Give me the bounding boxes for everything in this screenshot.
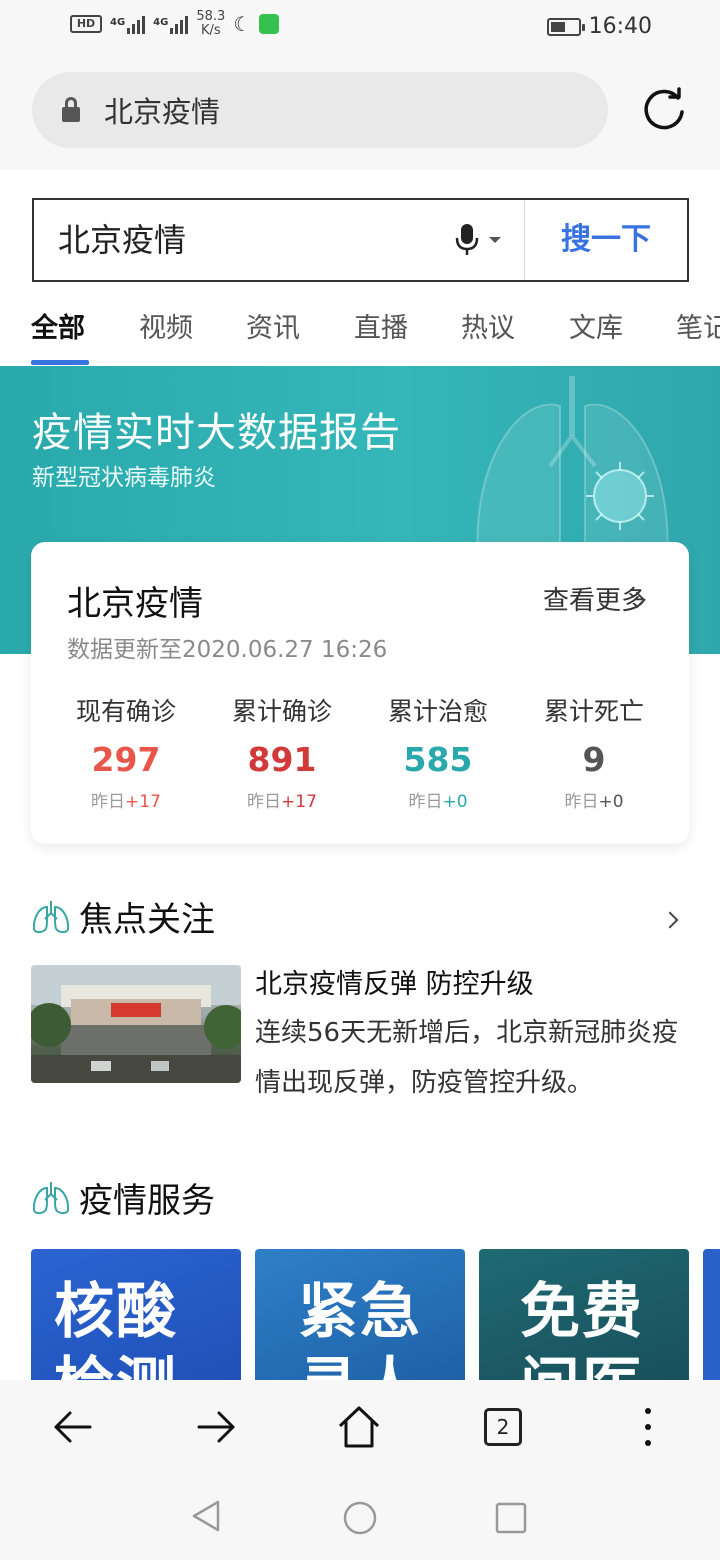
battery-icon xyxy=(546,17,585,36)
forward-arrow-icon[interactable] xyxy=(193,1404,239,1450)
caret-down-icon xyxy=(489,237,501,243)
status-bar: HD 4G 4G 58.3 K/s ☾ 16:40 xyxy=(0,0,720,56)
stat-total-cured: 累计治愈 585 昨日+0 xyxy=(387,697,488,812)
services-heading: 疫情服务 xyxy=(31,1173,215,1222)
search-box: 北京疫情 搜一下 xyxy=(32,198,689,282)
update-time: 数据更新至2020.06.27 16:26 xyxy=(67,637,388,663)
url-text: 北京疫情 xyxy=(104,95,221,129)
stat-total-confirmed: 累计确诊 891 昨日+17 xyxy=(231,697,332,812)
tab-video[interactable]: 视频 xyxy=(139,306,193,345)
result-tabs: 全部 视频 资讯 直播 热议 文库 笔记 xyxy=(0,300,720,366)
news-thumbnail[interactable] xyxy=(31,965,241,1083)
search-button[interactable]: 搜一下 xyxy=(524,200,687,280)
page-content: 北京疫情 搜一下 全部 视频 资讯 直播 热议 文库 笔记 疫情实时大数据报告 … xyxy=(0,170,720,1380)
clock: 16:40 xyxy=(588,14,652,39)
tab-live[interactable]: 直播 xyxy=(354,306,408,345)
nav-back-icon[interactable] xyxy=(188,1498,224,1534)
active-tab-indicator xyxy=(31,360,89,365)
lungs-icon xyxy=(32,1181,70,1214)
search-input[interactable]: 北京疫情 xyxy=(34,200,454,280)
signal-icon-2: 4G xyxy=(153,14,189,34)
service-next-card[interactable] xyxy=(703,1249,720,1380)
focus-chevron-right-icon[interactable] xyxy=(661,911,679,929)
address-bar[interactable]: 北京疫情 xyxy=(32,72,608,148)
microphone-icon xyxy=(455,224,479,255)
nav-recents-icon[interactable] xyxy=(494,1501,528,1535)
system-nav-bar xyxy=(0,1472,720,1560)
lungs-icon xyxy=(32,900,70,933)
card-title: 北京疫情 xyxy=(67,584,203,624)
tab-news[interactable]: 资讯 xyxy=(246,306,300,345)
reload-icon[interactable] xyxy=(640,86,688,134)
focus-heading: 焦点关注 xyxy=(31,892,215,941)
tab-notes[interactable]: 笔记 xyxy=(676,306,720,345)
home-icon[interactable] xyxy=(336,1404,382,1450)
signal-icon-1: 4G xyxy=(110,14,146,34)
hd-indicator: HD xyxy=(70,15,102,33)
tab-discussion[interactable]: 热议 xyxy=(461,306,515,345)
moon-icon: ☾ xyxy=(233,12,252,36)
tab-count-button[interactable]: 2 xyxy=(484,1408,522,1446)
back-arrow-icon[interactable] xyxy=(50,1404,96,1450)
banner-title: 疫情实时大数据报告 xyxy=(32,410,401,456)
service-free-doctor[interactable]: 免费问医生 xyxy=(479,1249,689,1380)
app-notification-icon xyxy=(259,14,280,34)
stats-row: 现有确诊 297 昨日+17 累计确诊 891 昨日+17 累计治愈 585 昨… xyxy=(31,692,689,812)
nav-home-icon[interactable] xyxy=(342,1500,378,1536)
browser-toolbar: 2 xyxy=(0,1380,720,1472)
beijing-epidemic-card[interactable]: 北京疫情 查看更多 数据更新至2020.06.27 16:26 现有确诊 297… xyxy=(31,542,689,844)
stat-total-deaths: 累计死亡 9 昨日+0 xyxy=(543,697,644,812)
tab-all[interactable]: 全部 xyxy=(31,306,85,345)
network-speed: 58.3 K/s xyxy=(196,9,226,38)
service-emergency-search[interactable]: 紧急寻人 xyxy=(255,1249,465,1380)
lock-icon xyxy=(60,97,82,123)
more-menu-icon[interactable] xyxy=(625,1404,671,1450)
service-nucleic-test[interactable]: 核酸检测 xyxy=(31,1249,241,1380)
news-title[interactable]: 北京疫情反弹 防控升级 xyxy=(255,962,534,1001)
market-gate-image xyxy=(31,965,241,1083)
news-summary: 连续56天无新增后，北京新冠肺炎疫情出现反弹，防疫管控升级。 xyxy=(255,1018,679,1098)
banner-subtitle: 新型冠状病毒肺炎 xyxy=(32,465,216,491)
voice-search[interactable] xyxy=(454,200,524,280)
tab-library[interactable]: 文库 xyxy=(569,306,623,345)
stat-current-confirmed: 现有确诊 297 昨日+17 xyxy=(75,697,176,812)
